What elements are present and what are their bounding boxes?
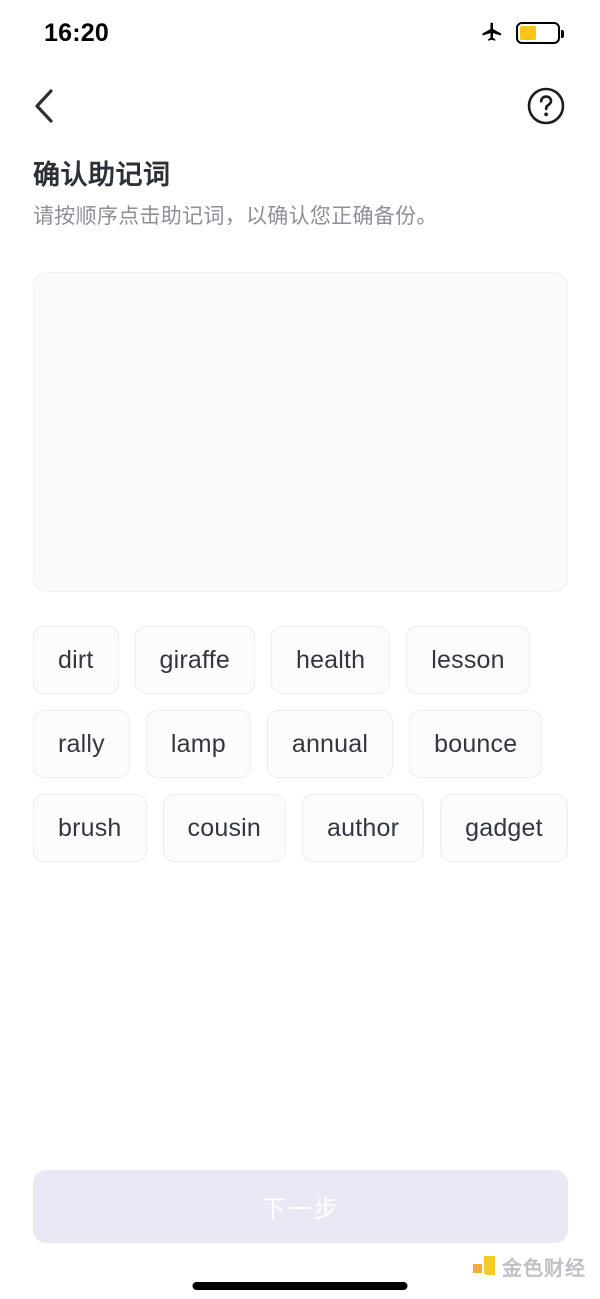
- word-chip[interactable]: cousin: [162, 794, 287, 862]
- phone-screen: 16:20 确认助记词 请按顺序点击助记词，以确认您正确备份。 dirt gir…: [0, 0, 600, 1299]
- watermark: 金色财经: [473, 1252, 586, 1281]
- page-subtitle: 请按顺序点击助记词，以确认您正确备份。: [33, 205, 438, 228]
- word-chip[interactable]: dirt: [33, 626, 119, 694]
- watermark-text: 金色财经: [502, 1258, 586, 1280]
- selected-words-dropzone[interactable]: [33, 272, 568, 592]
- help-button[interactable]: [524, 84, 568, 128]
- chevron-left-icon: [35, 89, 53, 123]
- back-button[interactable]: [20, 82, 68, 130]
- header-block: 确认助记词 请按顺序点击助记词，以确认您正确备份。: [33, 158, 573, 232]
- word-chip[interactable]: annual: [266, 710, 394, 778]
- word-chip[interactable]: author: [302, 794, 425, 862]
- navigation-bar: [0, 78, 600, 134]
- next-button[interactable]: 下一步: [33, 1170, 568, 1243]
- battery-icon: [516, 22, 564, 44]
- logo-square-small: [473, 1263, 482, 1273]
- home-indicator-bar: [192, 1282, 408, 1290]
- word-chip[interactable]: giraffe: [134, 626, 255, 694]
- status-time: 16:20: [44, 18, 109, 47]
- word-chip[interactable]: gadget: [440, 794, 568, 862]
- word-chip[interactable]: lamp: [145, 710, 251, 778]
- word-chip[interactable]: bounce: [409, 710, 543, 778]
- status-indicators: [480, 21, 564, 45]
- page-title: 确认助记词: [33, 160, 171, 190]
- question-mark-circle-icon: [527, 87, 565, 125]
- battery-fill: [520, 26, 537, 40]
- word-chip[interactable]: rally: [33, 710, 130, 778]
- word-chip[interactable]: health: [270, 626, 391, 694]
- word-chip[interactable]: brush: [33, 794, 147, 862]
- status-bar: 16:20: [0, 0, 600, 66]
- word-chip[interactable]: lesson: [406, 626, 530, 694]
- airplane-mode-icon: [482, 22, 501, 41]
- jinse-logo-icon: [473, 1255, 495, 1278]
- word-pool: dirt giraffe health lesson rally lamp annual bo…: [33, 626, 573, 862]
- logo-square-large: [484, 1255, 495, 1275]
